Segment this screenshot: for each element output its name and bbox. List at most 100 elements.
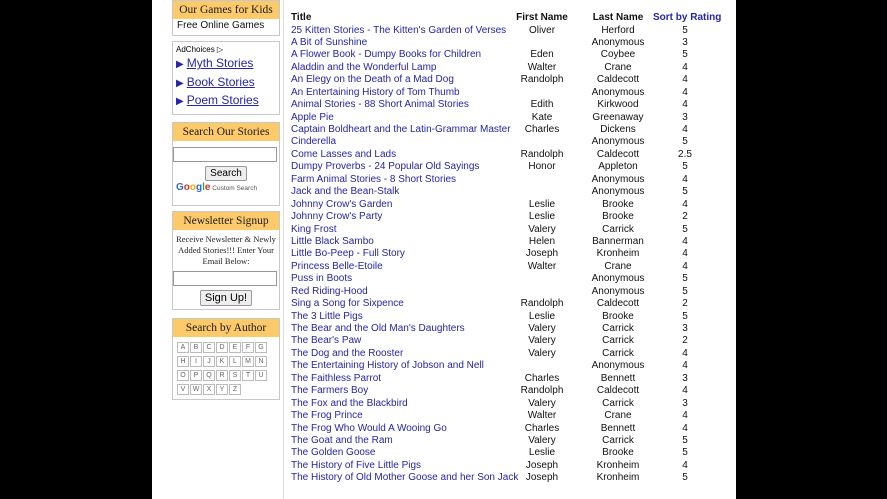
- story-title-link[interactable]: Jack and the Bean-Stalk: [291, 186, 399, 198]
- author-first-name: Leslie: [528, 310, 556, 322]
- story-rating: 2: [682, 298, 688, 310]
- author-letter-k[interactable]: K: [216, 356, 228, 367]
- author-letter-d[interactable]: D: [216, 342, 228, 353]
- author-letter-i[interactable]: I: [190, 356, 202, 367]
- story-title-link[interactable]: Little Bo-Peep - Full Story: [291, 248, 405, 260]
- author-letter-y[interactable]: Y: [216, 384, 228, 395]
- author-letter-h[interactable]: H: [177, 356, 189, 367]
- author-letter-b[interactable]: B: [190, 342, 202, 353]
- author-letter-r[interactable]: R: [216, 370, 228, 381]
- search-input[interactable]: [173, 147, 277, 162]
- story-title-link[interactable]: Farm Animal Stories - 8 Short Stories: [291, 174, 456, 186]
- games-header: Our Games for Kids: [173, 1, 279, 19]
- story-rating: 5: [682, 186, 688, 198]
- story-rating: 4: [682, 198, 688, 210]
- header-first-name[interactable]: First Name: [516, 12, 568, 23]
- story-title-link[interactable]: Dumpy Proverbs - 24 Popular Old Sayings: [291, 161, 479, 173]
- story-title-link[interactable]: Cinderella: [291, 136, 336, 148]
- author-letter-q[interactable]: Q: [203, 370, 215, 381]
- author-last-name: Carrick: [602, 397, 634, 409]
- author-first-name: Randolph: [520, 74, 564, 86]
- author-letter-o[interactable]: O: [177, 370, 189, 381]
- story-title-link[interactable]: The 3 Little Pigs: [291, 311, 363, 323]
- story-title-link[interactable]: Johnny Crow's Garden: [291, 199, 392, 211]
- author-letter-t[interactable]: T: [242, 370, 254, 381]
- author-box: Search by Author ABCDEFG HIJKLMN OPQRSTU VW…: [172, 318, 280, 400]
- story-title-link[interactable]: An Entertaining History of Tom Thumb: [291, 87, 460, 99]
- author-letter-v[interactable]: V: [177, 384, 189, 395]
- header-title[interactable]: Title: [291, 12, 311, 23]
- author-last-name: Coybee: [600, 49, 636, 61]
- story-title-link[interactable]: Aladdin and the Wonderful Lamp: [291, 62, 436, 74]
- story-title-link[interactable]: A Bit of Sunshine: [291, 37, 367, 49]
- story-title-link[interactable]: Sing a Song for Sixpence: [291, 298, 404, 310]
- free-online-games-link[interactable]: Free Online Games: [173, 19, 279, 32]
- adchoices-label[interactable]: AdChoices ▷: [173, 42, 279, 55]
- newsletter-email-input[interactable]: [173, 271, 277, 286]
- story-title-link[interactable]: The Entertaining History of Jobson and N…: [291, 360, 484, 372]
- story-title-link[interactable]: Red Riding-Hood: [291, 286, 368, 298]
- story-title-link[interactable]: Puss in Boots: [291, 273, 352, 285]
- sign-up-button[interactable]: Sign Up!: [199, 290, 253, 306]
- story-title-link[interactable]: A Flower Book - Dumpy Books for Children: [291, 49, 481, 61]
- author-letter-c[interactable]: C: [203, 342, 215, 353]
- table-row: Princess Belle-Etoile Walter Crane 4: [289, 261, 729, 273]
- author-letter-f[interactable]: F: [242, 342, 254, 353]
- table-row: Farm Animal Stories - 8 Short Stories Ano…: [289, 174, 729, 186]
- story-title-link[interactable]: 25 Kitten Stories - The Kitten's Garden …: [291, 25, 506, 37]
- story-title-link[interactable]: Apple Pie: [291, 112, 334, 124]
- story-title-link[interactable]: The Farmers Boy: [291, 385, 368, 397]
- table-row: The Goat and the Ram Valery Carrick 5: [289, 435, 729, 447]
- story-title-link[interactable]: Little Black Sambo: [291, 236, 374, 248]
- author-letter-n[interactable]: N: [255, 356, 267, 367]
- author-letter-l[interactable]: L: [229, 356, 241, 367]
- story-title-link[interactable]: The Frog Prince: [291, 410, 363, 422]
- author-letter-p[interactable]: P: [190, 370, 202, 381]
- author-last-name: Brooke: [602, 310, 634, 322]
- story-title-link[interactable]: The Fox and the Blackbird: [291, 398, 408, 410]
- table-row: The 3 Little Pigs Leslie Brooke 5: [289, 311, 729, 323]
- author-letter-s[interactable]: S: [229, 370, 241, 381]
- author-letter-a[interactable]: A: [177, 342, 189, 353]
- story-title-link[interactable]: The Frog Who Would A Wooing Go: [291, 423, 447, 435]
- story-title-link[interactable]: The History of Old Mother Goose and her …: [291, 472, 518, 484]
- story-title-link[interactable]: King Frost: [291, 224, 337, 236]
- story-title-link[interactable]: The Goat and the Ram: [291, 435, 393, 447]
- author-last-name: Anonymous: [591, 173, 645, 185]
- author-letter-w[interactable]: W: [190, 384, 202, 395]
- story-title-link[interactable]: Come Lasses and Lads: [291, 149, 396, 161]
- story-title-link[interactable]: The Bear's Paw: [291, 335, 361, 347]
- story-rating: 3: [682, 323, 688, 334]
- story-title-link[interactable]: The History of Five Little Pigs: [291, 460, 421, 472]
- story-title-link[interactable]: Animal Stories - 88 Short Animal Stories: [291, 99, 469, 111]
- author-first-name: Oliver: [528, 24, 556, 36]
- ad-link-myth-stories[interactable]: ▶ Myth Stories: [173, 55, 279, 74]
- search-button[interactable]: Search: [205, 166, 247, 181]
- author-letter-z[interactable]: Z: [229, 384, 241, 395]
- story-title-link[interactable]: Johnny Crow's Party: [291, 211, 382, 223]
- author-letter-u[interactable]: U: [255, 370, 267, 381]
- story-title-link[interactable]: The Bear and the Old Man's Daughters: [291, 323, 465, 335]
- author-letter-e[interactable]: E: [229, 342, 241, 353]
- author-first-name: Charles: [524, 422, 560, 434]
- story-title-link[interactable]: An Elegy on the Death of a Mad Dog: [291, 74, 454, 86]
- table-row: The Faithless Parrot Charles Bennett 3: [289, 373, 729, 385]
- author-letter-m[interactable]: M: [242, 356, 254, 367]
- author-first-name: Leslie: [528, 211, 556, 223]
- ad-link-poem-stories[interactable]: ▶ Poem Stories: [173, 92, 279, 111]
- story-title-link[interactable]: The Golden Goose: [291, 447, 376, 459]
- author-first-name: Randolph: [520, 298, 564, 310]
- story-title-link[interactable]: Captain Boldheart and the Latin-Grammar …: [291, 124, 511, 136]
- author-letter-g[interactable]: G: [255, 342, 267, 353]
- ad-link-book-stories[interactable]: ▶ Book Stories: [173, 74, 279, 93]
- story-rating: 5: [682, 24, 688, 36]
- author-letter-j[interactable]: J: [203, 356, 215, 367]
- story-title-link[interactable]: Princess Belle-Etoile: [291, 261, 383, 273]
- author-last-name: Herford: [601, 24, 635, 36]
- story-title-link[interactable]: The Dog and the Rooster: [291, 348, 403, 360]
- story-title-link[interactable]: The Faithless Parrot: [291, 373, 381, 385]
- author-last-name: Brooke: [602, 447, 634, 459]
- sort-by-rating-link[interactable]: Sort by Rating: [653, 12, 721, 23]
- author-letter-x[interactable]: X: [203, 384, 215, 395]
- header-last-name[interactable]: Last Name: [584, 12, 652, 23]
